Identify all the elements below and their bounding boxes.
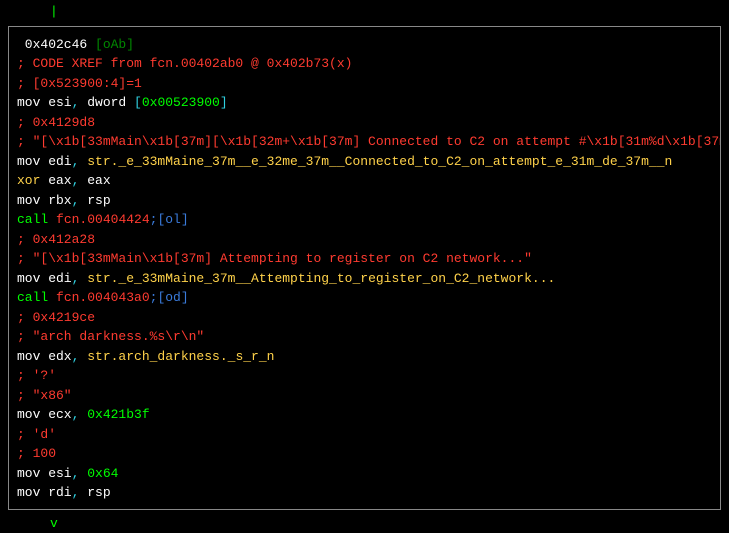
disasm-line: ; CODE XREF from fcn.00402ab0 @ 0x402b73… [17, 54, 710, 74]
disasm-token: mov esi [17, 95, 72, 110]
disasm-line: xor eax, eax [17, 503, 710, 510]
disasm-token: call [17, 212, 48, 227]
disasm-token: , [72, 173, 88, 188]
disasm-token: 0x421b3f [87, 407, 149, 422]
disasm-line: call fcn.00404424;[ol] [17, 210, 710, 230]
disasm-token: ; 0x4129d8 [17, 115, 95, 130]
disasm-token: fcn.00404424 [56, 212, 150, 227]
disasm-token: , [72, 271, 88, 286]
graph-edge-bottom: v [0, 514, 729, 533]
disasm-token: , [72, 154, 88, 169]
disasm-token: mov edi [17, 271, 72, 286]
disasm-token [48, 290, 56, 305]
disasm-token: xor [17, 505, 40, 510]
disasm-line: ; [0x523900:4]=1 [17, 74, 710, 94]
disasm-token: ; 'd' [17, 427, 56, 442]
disasm-token: ; 0x412a28 [17, 232, 95, 247]
disasm-line: mov edi, str._e_33mMaine_37m__Attempting… [17, 269, 710, 289]
disasm-token: ; 100 [17, 446, 56, 461]
disasm-token: mov esi [17, 466, 72, 481]
disasm-token: eax [40, 173, 71, 188]
graph-edge-top: | [0, 0, 729, 22]
disasm-line: ; '?' [17, 366, 710, 386]
disasm-line: mov rbx, rsp [17, 191, 710, 211]
disasm-token: , [72, 349, 88, 364]
disasm-token: eax [87, 173, 110, 188]
disasm-token: xor [17, 173, 40, 188]
disassembly-block: 0x402c46 [oAb]; CODE XREF from fcn.00402… [8, 26, 721, 510]
disasm-token: dword [87, 95, 134, 110]
disasm-token: ; 0x4219ce [17, 310, 95, 325]
disasm-token: str._e_33mMaine_37m__e_32me_37m__Connect… [87, 154, 672, 169]
disasm-token: mov edx [17, 349, 72, 364]
disasm-token: call [17, 290, 48, 305]
disasm-token: ] [220, 95, 228, 110]
disasm-token: mov edi [17, 154, 72, 169]
disasm-line: mov edi, str._e_33mMaine_37m__e_32me_37m… [17, 152, 710, 172]
disasm-line: mov esi, dword [0x00523900] [17, 93, 710, 113]
disasm-token: mov rdi [17, 485, 72, 500]
disasm-line: ; 0x4129d8 [17, 113, 710, 133]
disasm-line: ; "[\x1b[33mMain\x1b[37m][\x1b[32m+\x1b[… [17, 132, 710, 152]
disasm-token: , [72, 485, 88, 500]
disasm-token: fcn.004043a0 [56, 290, 150, 305]
disasm-token: ; "arch darkness.%s\r\n" [17, 329, 204, 344]
disasm-token: 0x64 [87, 466, 118, 481]
disasm-line: mov esi, 0x64 [17, 464, 710, 484]
disasm-token: eax [40, 505, 71, 510]
disasm-token: str._e_33mMaine_37m__Attempting_to_regis… [87, 271, 555, 286]
disasm-token: mov rbx [17, 193, 72, 208]
disasm-token: , [72, 466, 88, 481]
disasm-token: , [72, 95, 88, 110]
disasm-line: ; 'd' [17, 425, 710, 445]
disasm-token: eax [87, 505, 110, 510]
disasm-token: 0x00523900 [142, 95, 220, 110]
disasm-token: mov ecx [17, 407, 72, 422]
disasm-token: rsp [87, 193, 110, 208]
disasm-token: ; CODE XREF from fcn.00402ab0 @ 0x402b73… [17, 56, 352, 71]
disasm-token: ;[ol] [150, 212, 189, 227]
disasm-token: str.arch_darkness._s_r_n [87, 349, 274, 364]
disasm-line: ; "arch darkness.%s\r\n" [17, 327, 710, 347]
disasm-line: 0x402c46 [oAb] [17, 35, 710, 55]
disasm-token: ; '?' [17, 368, 56, 383]
disasm-token [48, 212, 56, 227]
disasm-line: mov ecx, 0x421b3f [17, 405, 710, 425]
disasm-token: , [72, 193, 88, 208]
disasm-line: mov edx, str.arch_darkness._s_r_n [17, 347, 710, 367]
disasm-token: 0x402c46 [17, 37, 95, 52]
disasm-token: ; [0x523900:4]=1 [17, 76, 142, 91]
disasm-token: [oAb] [95, 37, 134, 52]
disasm-line: ; "x86" [17, 386, 710, 406]
disasm-line: xor eax, eax [17, 171, 710, 191]
disasm-line: ; "[\x1b[33mMain\x1b[37m] Attempting to … [17, 249, 710, 269]
disasm-line: mov rdi, rsp [17, 483, 710, 503]
disasm-line: call fcn.004043a0;[od] [17, 288, 710, 308]
disasm-token: , [72, 407, 88, 422]
disasm-token: [ [134, 95, 142, 110]
disasm-token: ;[od] [150, 290, 189, 305]
disasm-line: ; 100 [17, 444, 710, 464]
disasm-line: ; 0x4219ce [17, 308, 710, 328]
disasm-line: ; 0x412a28 [17, 230, 710, 250]
disasm-token: ; "[\x1b[33mMain\x1b[37m] Attempting to … [17, 251, 532, 266]
disasm-token: ; "[\x1b[33mMain\x1b[37m][\x1b[32m+\x1b[… [17, 134, 721, 149]
disasm-token: ; "x86" [17, 388, 72, 403]
disasm-token: rsp [87, 485, 110, 500]
disasm-token: , [72, 505, 88, 510]
